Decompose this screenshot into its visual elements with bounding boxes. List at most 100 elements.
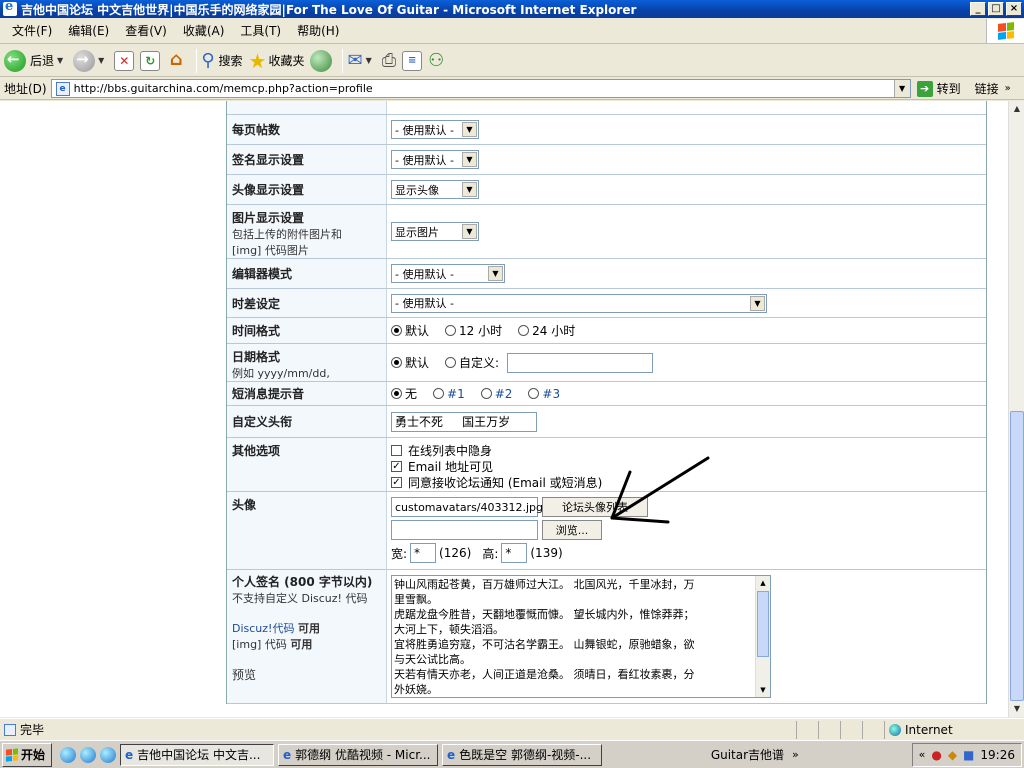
page-scrollbar[interactable]: ▲ ▼ xyxy=(1008,101,1024,717)
chevron-down-icon[interactable]: ▼ xyxy=(462,224,477,239)
date-format-custom-radio[interactable]: 自定义: xyxy=(445,354,499,371)
image-display-select[interactable]: 显示图片 ▼ xyxy=(391,222,479,241)
address-url[interactable]: http://bbs.guitarchina.com/memcp.php?act… xyxy=(74,82,373,95)
avatar-width-input[interactable]: * xyxy=(410,543,437,563)
menu-favorites[interactable]: 收藏(A) xyxy=(175,22,233,39)
chevron-down-icon[interactable]: ▼ xyxy=(462,122,477,137)
print-button[interactable]: ⎙ xyxy=(382,50,396,71)
tray-toolbar-label[interactable]: Guitar吉他谱 xyxy=(711,746,784,763)
chevron-down-icon[interactable]: ▼ xyxy=(488,266,503,281)
mail-button[interactable]: ✉ ▼ xyxy=(347,50,375,71)
time-format-24h-radio[interactable]: 24 小时 xyxy=(518,322,575,339)
date-format-custom-input[interactable] xyxy=(507,352,654,373)
close-button[interactable]: × xyxy=(1006,2,1022,16)
volume-icon[interactable]: ◆ xyxy=(948,748,957,762)
row-editor-mode: 编辑器模式 - 使用默认 - ▼ xyxy=(227,259,986,289)
avatar-upload-input[interactable] xyxy=(391,520,538,540)
go-button[interactable]: ➔ 转到 xyxy=(916,80,961,97)
status-text: 完毕 xyxy=(20,723,45,737)
task-guitarchina[interactable]: e 吉他中国论坛 中文吉... xyxy=(120,743,274,766)
media-player-icon[interactable] xyxy=(60,746,76,763)
posts-per-page-select[interactable]: - 使用默认 - ▼ xyxy=(391,120,479,139)
discuz-code-link[interactable]: Discuz!代码 xyxy=(232,622,294,635)
menu-view[interactable]: 查看(V) xyxy=(117,22,175,39)
show-desktop-icon[interactable] xyxy=(100,746,116,763)
scroll-down-icon[interactable]: ▼ xyxy=(756,683,770,697)
sig-display-select[interactable]: - 使用默认 - ▼ xyxy=(391,150,479,169)
menu-tools[interactable]: 工具(T) xyxy=(232,22,289,39)
editor-mode-value: - 使用默认 - xyxy=(395,267,454,281)
chevron-down-icon[interactable]: ▼ xyxy=(462,182,477,197)
radio-dot xyxy=(391,388,402,399)
messenger-button[interactable]: ⚇ xyxy=(428,50,444,71)
avatar-label: 头像 xyxy=(227,492,387,569)
scroll-down-icon[interactable]: ▼ xyxy=(1009,701,1024,717)
search-button[interactable]: ⚲ 搜索 xyxy=(201,50,242,71)
notify-checkbox[interactable]: ✓ 同意接收论坛通知 (Email 或短消息) xyxy=(391,474,602,490)
messenger-icon: ⚇ xyxy=(428,50,445,71)
textarea-scrollbar[interactable]: ▲ ▼ xyxy=(755,576,770,697)
start-button[interactable]: 开始 xyxy=(2,742,52,767)
stop-button[interactable]: ✕ xyxy=(114,50,135,71)
refresh-button[interactable]: ↻ xyxy=(140,50,161,71)
ie-icon: e xyxy=(125,747,134,762)
back-button[interactable]: 后退 ▼ xyxy=(4,49,67,72)
security-zone: Internet xyxy=(884,720,1024,739)
home-button[interactable]: ⌂ xyxy=(166,50,186,71)
forward-button[interactable]: ▼ xyxy=(73,49,108,72)
browse-button[interactable]: 浏览... xyxy=(542,520,602,540)
chevron-right-icon[interactable]: » xyxy=(792,748,799,761)
pm-sound-3-radio[interactable]: #3 xyxy=(528,387,560,401)
edit-button[interactable]: ≡ xyxy=(402,50,423,71)
menu-help[interactable]: 帮助(H) xyxy=(289,22,347,39)
invisible-checkbox[interactable]: 在线列表中隐身 xyxy=(391,442,492,458)
signature-textarea[interactable]: 钟山风雨起苍黄，百万雄师过大江。 北国风光，千里冰封，万 里雪飘。 虎踞龙盘今胜… xyxy=(391,575,771,698)
network-icon[interactable]: ● xyxy=(931,748,941,762)
task-video[interactable]: e 色既是空 郭德纲-视频-... xyxy=(442,743,602,766)
avatar-path-input[interactable]: customavatars/403312.jpg xyxy=(391,497,543,517)
scroll-up-icon[interactable]: ▲ xyxy=(1009,101,1024,117)
favorites-button[interactable]: ★ 收藏夹 xyxy=(249,49,305,73)
menu-bar: 文件(F) 编辑(E) 查看(V) 收藏(A) 工具(T) 帮助(H) xyxy=(0,18,1024,44)
links-button[interactable]: 链接 xyxy=(975,80,999,97)
scroll-up-icon[interactable]: ▲ xyxy=(756,576,770,590)
preview-link[interactable]: 预览 xyxy=(232,666,381,683)
tray-expand-icon[interactable]: « xyxy=(919,748,926,761)
chevron-right-icon[interactable]: » xyxy=(1005,83,1011,94)
address-dropdown-icon[interactable]: ▼ xyxy=(893,80,910,97)
shield-icon[interactable]: ■ xyxy=(963,748,974,762)
width-label: 宽: xyxy=(391,546,408,561)
email-visible-checkbox[interactable]: ✓ Email 地址可见 xyxy=(391,458,493,474)
row-custom-title: 自定义头衔 勇士不死 国王万岁 xyxy=(227,406,986,438)
page-scroll-thumb[interactable] xyxy=(1010,411,1024,701)
task-youku[interactable]: e 郭德纲 优酷视频 - Micr... xyxy=(278,743,438,766)
editor-mode-select[interactable]: - 使用默认 - ▼ xyxy=(391,264,505,283)
back-dropdown-icon[interactable]: ▼ xyxy=(57,56,63,65)
timezone-select[interactable]: - 使用默认 - ▼ xyxy=(391,293,767,313)
minimize-button[interactable]: _ xyxy=(970,2,986,16)
chevron-down-icon[interactable]: ▼ xyxy=(750,295,765,311)
custom-title-input[interactable]: 勇士不死 国王万岁 xyxy=(391,411,537,432)
pm-sound-none-radio[interactable]: 无 xyxy=(391,385,417,402)
maximize-button[interactable]: □ xyxy=(988,2,1004,16)
row-timezone: 时差设定 - 使用默认 - ▼ xyxy=(227,289,986,318)
mail-dropdown-icon[interactable]: ▼ xyxy=(366,56,372,65)
ie-launch-icon[interactable] xyxy=(80,746,96,763)
menu-file[interactable]: 文件(F) xyxy=(4,22,60,39)
pm-sound-1-radio[interactable]: #1 xyxy=(433,387,465,401)
history-button[interactable] xyxy=(310,49,333,72)
avatar-display-select[interactable]: 显示头像 ▼ xyxy=(391,180,479,199)
checkmark-icon: ✓ xyxy=(391,476,402,488)
date-format-default-radio[interactable]: 默认 xyxy=(391,354,429,371)
chevron-down-icon[interactable]: ▼ xyxy=(462,152,477,167)
avatar-height-input[interactable]: * xyxy=(501,543,528,563)
time-format-12h-radio[interactable]: 12 小时 xyxy=(445,322,502,339)
address-bar: 地址(D) e http://bbs.guitarchina.com/memcp… xyxy=(0,78,1024,100)
textarea-scroll-thumb[interactable] xyxy=(757,591,769,657)
forward-dropdown-icon[interactable]: ▼ xyxy=(98,56,104,65)
address-input[interactable]: e http://bbs.guitarchina.com/memcp.php?a… xyxy=(50,79,911,98)
pm-sound-2-radio[interactable]: #2 xyxy=(480,387,512,401)
row-signature: 个人签名 (800 字节以内) 不支持自定义 Discuz! 代码 Discuz… xyxy=(227,570,986,704)
time-format-default-radio[interactable]: 默认 xyxy=(391,322,429,339)
menu-edit[interactable]: 编辑(E) xyxy=(60,22,117,39)
